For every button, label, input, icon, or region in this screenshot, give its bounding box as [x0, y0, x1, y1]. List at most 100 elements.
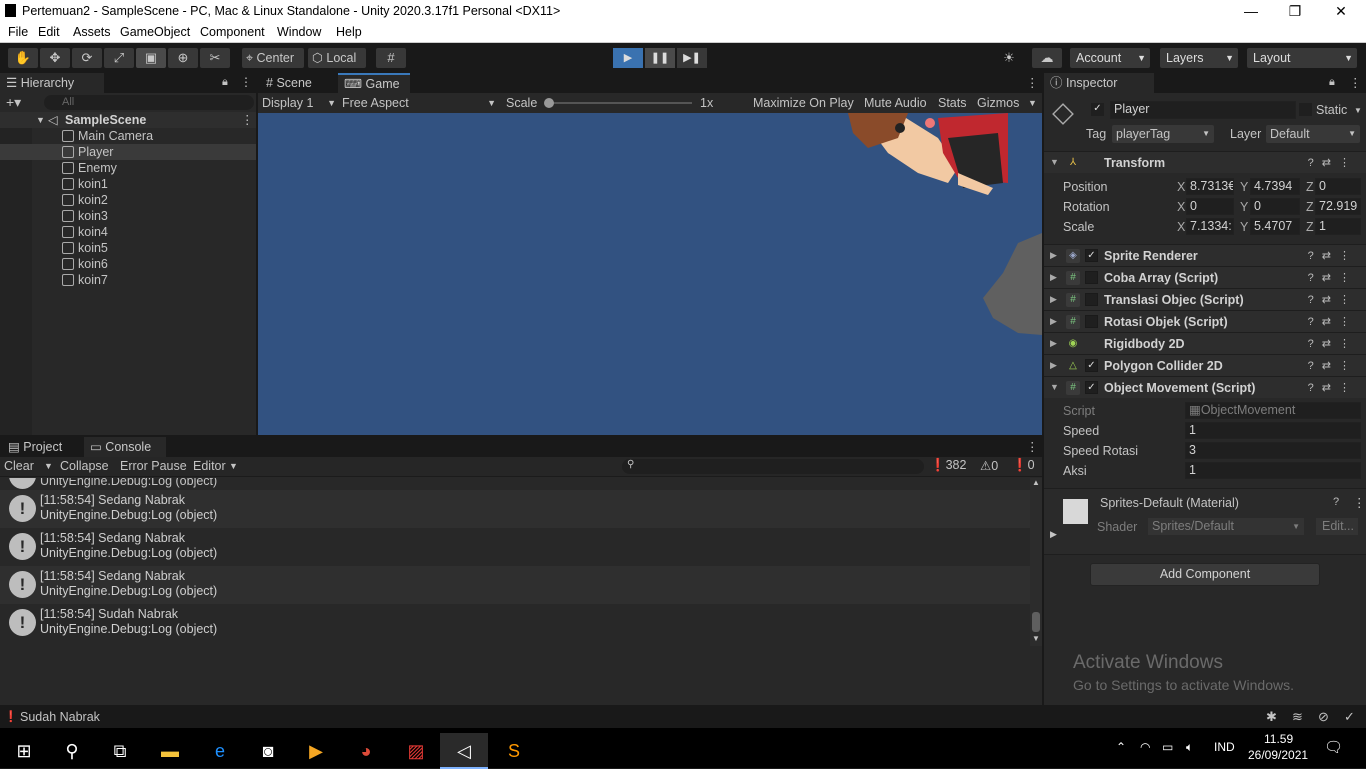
lock-icon[interactable]: 🔒︎: [1329, 76, 1335, 89]
pdf-reader-icon[interactable]: ▨: [392, 733, 440, 769]
scale-x-field[interactable]: 7.1334:: [1186, 218, 1234, 235]
hand-tool-icon[interactable]: ✋: [8, 48, 38, 68]
language-indicator[interactable]: IND: [1214, 740, 1235, 754]
hierarchy-item[interactable]: koin5: [0, 240, 256, 256]
scale-tool-icon[interactable]: ⤢: [104, 48, 134, 68]
check-icon[interactable]: ✓: [1344, 709, 1355, 725]
file-explorer-icon[interactable]: ▬: [146, 733, 194, 769]
component-actions-icon[interactable]: ?⇄⋮: [1308, 381, 1358, 394]
chevron-down-icon[interactable]: ▼: [229, 461, 238, 471]
layer-dropdown[interactable]: Default ▼: [1266, 125, 1360, 143]
component-actions-icon[interactable]: ?⇄⋮: [1308, 271, 1358, 284]
object-name-field[interactable]: Player: [1110, 101, 1296, 119]
log-count-badge[interactable]: ❗382: [930, 458, 966, 473]
chevron-down-icon[interactable]: ▼: [1028, 98, 1037, 108]
pause-button[interactable]: ❚❚: [645, 48, 675, 68]
rotation-x-field[interactable]: 0: [1186, 198, 1234, 215]
hierarchy-item[interactable]: koin6: [0, 256, 256, 272]
add-component-button[interactable]: Add Component: [1090, 563, 1320, 586]
task-view-icon[interactable]: ⧉: [96, 733, 144, 769]
scrollbar-thumb[interactable]: [1032, 612, 1040, 632]
menu-file[interactable]: File: [8, 25, 28, 39]
hierarchy-item[interactable]: koin1: [0, 176, 256, 192]
rect-tool-icon[interactable]: ▣: [136, 48, 166, 68]
windows-start-icon[interactable]: ⊞: [0, 733, 48, 769]
scale-slider-handle[interactable]: [544, 98, 554, 108]
clock-time[interactable]: 11.59: [1264, 732, 1293, 746]
bug-icon[interactable]: ✱: [1266, 709, 1277, 725]
aksi-field[interactable]: 1: [1185, 462, 1361, 479]
gizmos-button[interactable]: Gizmos: [977, 96, 1019, 110]
speed-field[interactable]: 1: [1185, 422, 1361, 439]
cloud-icon[interactable]: ☁: [1032, 48, 1062, 68]
console-scrollbar[interactable]: ▲ ▼: [1030, 478, 1042, 646]
static-checkbox[interactable]: [1299, 103, 1312, 116]
component-checkbox[interactable]: ✓: [1085, 381, 1098, 394]
move-tool-icon[interactable]: ✥: [40, 48, 70, 68]
help-icon[interactable]: ?: [1333, 496, 1339, 508]
speed-rotasi-field[interactable]: 3: [1185, 442, 1361, 459]
layout-dropdown[interactable]: Layout ▼: [1247, 48, 1357, 68]
pivot-center-button[interactable]: ⌖ Center: [242, 48, 304, 68]
more-icon[interactable]: ⋮: [240, 75, 252, 89]
menu-gameobject[interactable]: GameObject: [120, 25, 190, 39]
component-coba-array[interactable]: ▶ # Coba Array (Script) ?⇄⋮: [1044, 266, 1366, 288]
more-icon[interactable]: ⋮: [241, 112, 254, 128]
tab-inspector[interactable]: ⓘ Inspector: [1044, 73, 1154, 93]
chevron-up-icon[interactable]: ⌃: [1116, 740, 1126, 754]
component-actions-icon[interactable]: ?⇄⋮: [1308, 249, 1358, 262]
shader-edit-button[interactable]: Edit...: [1316, 518, 1358, 535]
grid-snap-icon[interactable]: #: [376, 48, 406, 68]
component-polygon-collider-2d[interactable]: ▶ △ ✓ Polygon Collider 2D ?⇄⋮: [1044, 354, 1366, 376]
media-player-icon[interactable]: ▶: [292, 733, 340, 769]
tab-game[interactable]: ⌨ Game: [338, 73, 410, 93]
component-sprite-renderer[interactable]: ▶ ◈ ✓ Sprite Renderer ?⇄⋮: [1044, 244, 1366, 266]
active-checkbox[interactable]: ✓: [1091, 103, 1104, 116]
error-count-badge[interactable]: ❗0: [1012, 458, 1035, 473]
more-icon[interactable]: ⋮: [1349, 75, 1362, 90]
hierarchy-item[interactable]: Player: [0, 144, 256, 160]
editor-dropdown[interactable]: Editor: [193, 459, 226, 473]
collapse-button[interactable]: Collapse: [60, 459, 109, 473]
rotate-tool-icon[interactable]: ⟳: [72, 48, 102, 68]
component-rigidbody-2d[interactable]: ▶ ◉ Rigidbody 2D ?⇄⋮: [1044, 332, 1366, 354]
wifi-icon[interactable]: ◠: [1140, 740, 1150, 754]
position-y-field[interactable]: 4.7394: [1250, 178, 1300, 195]
play-button[interactable]: ▶: [613, 48, 643, 68]
scale-z-field[interactable]: 1: [1315, 218, 1361, 235]
console-search-input[interactable]: ⚲: [622, 459, 924, 474]
volume-icon[interactable]: 🔈︎: [1186, 740, 1193, 755]
hierarchy-item[interactable]: Enemy: [0, 160, 256, 176]
game-canvas[interactable]: [258, 113, 1042, 435]
account-dropdown[interactable]: Account ▼: [1070, 48, 1150, 68]
log-row[interactable]: ! [11:58:54] Sedang Nabrak UnityEngine.Deb…: [0, 490, 1030, 528]
unity-taskbar-icon[interactable]: ◁: [440, 733, 488, 769]
battery-icon[interactable]: ▭: [1162, 740, 1173, 754]
scale-slider[interactable]: [548, 102, 692, 104]
progress-icon[interactable]: ⊘: [1318, 709, 1329, 725]
hierarchy-item[interactable]: Main Camera: [0, 128, 256, 144]
restore-icon[interactable]: ❐: [1272, 0, 1318, 22]
chevron-up-icon[interactable]: ▲: [1032, 478, 1040, 487]
log-row-partial[interactable]: UnityEngine.Debug:Log (object): [0, 478, 1030, 489]
chevron-down-icon[interactable]: ▼: [1032, 634, 1040, 643]
component-checkbox[interactable]: ✓: [1085, 249, 1098, 262]
more-icon[interactable]: ⋮: [1026, 439, 1039, 454]
hierarchy-item[interactable]: koin7: [0, 272, 256, 288]
component-actions-icon[interactable]: ?⇄⋮: [1308, 156, 1358, 169]
component-object-movement[interactable]: ▼ # ✓ Object Movement (Script) ?⇄⋮: [1044, 376, 1366, 398]
layers-icon[interactable]: ≋: [1292, 709, 1303, 725]
component-actions-icon[interactable]: ?⇄⋮: [1308, 359, 1358, 372]
chevron-down-icon[interactable]: ▼: [1354, 106, 1362, 115]
clear-button[interactable]: Clear: [4, 459, 34, 473]
component-checkbox[interactable]: [1085, 315, 1098, 328]
component-checkbox[interactable]: ✓: [1085, 359, 1098, 372]
position-x-field[interactable]: 8.7313€: [1186, 178, 1234, 195]
tab-console[interactable]: ▭ Console: [84, 437, 166, 457]
chrome-icon[interactable]: ◕: [342, 733, 390, 769]
menu-edit[interactable]: Edit: [38, 25, 60, 39]
menu-component[interactable]: Component: [200, 25, 265, 39]
log-row[interactable]: ! [11:58:54] Sudah Nabrak UnityEngine.Debu…: [0, 604, 1030, 642]
notification-icon[interactable]: 🗨︎: [1324, 738, 1343, 756]
display-dropdown[interactable]: Display 1 ▼: [262, 94, 338, 112]
